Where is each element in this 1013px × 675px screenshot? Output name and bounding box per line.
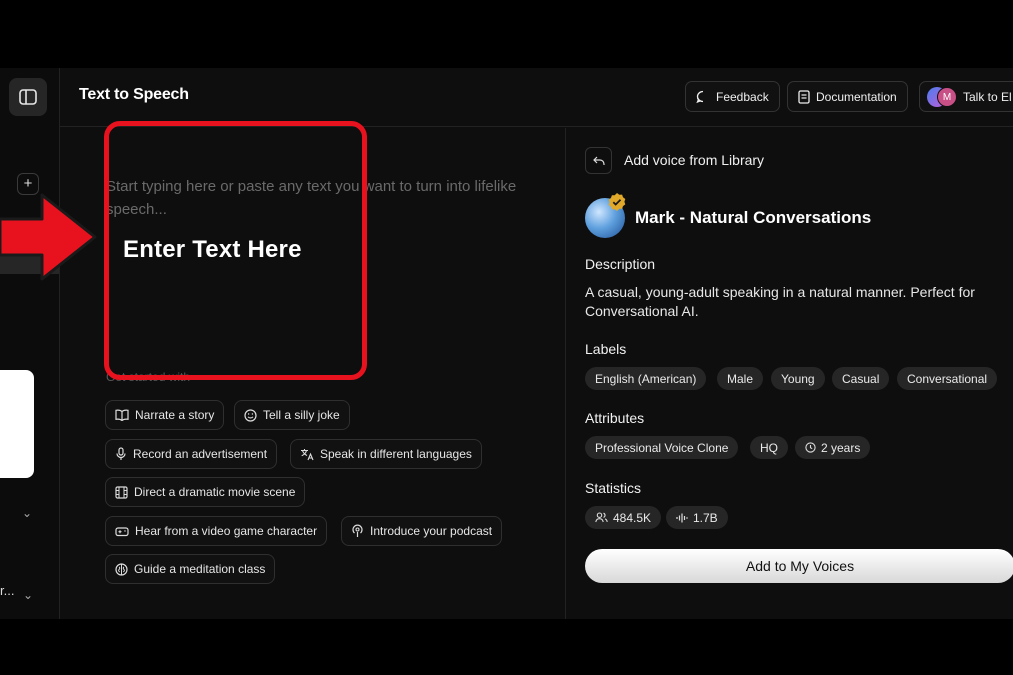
chat-bubble-icon [696, 90, 704, 103]
chevron-down-icon[interactable]: ⌄ [23, 588, 33, 602]
annotation-arrow-icon [0, 193, 97, 281]
feedback-label: Feedback [716, 89, 769, 104]
users-icon [595, 512, 608, 523]
attributes-heading: Attributes [585, 410, 645, 426]
sidebar-truncated-label: r... [0, 583, 15, 598]
label-tag: English (American) [585, 367, 707, 390]
suggestion-record-ad[interactable]: Record an advertisement [105, 439, 278, 469]
talk-label: Talk to El [963, 89, 1012, 104]
clock-icon [805, 442, 816, 453]
microphone-icon [116, 447, 126, 460]
chip-label: Narrate a story [135, 408, 215, 422]
voice-detail-panel: Add voice from Library Mark - Natural Co… [566, 128, 1013, 619]
chip-label: Hear from a video game character [135, 524, 318, 538]
add-to-my-voices-button[interactable]: Add to My Voices [585, 549, 1013, 583]
sidebar-toggle-button[interactable] [9, 78, 47, 116]
avatar: M [927, 86, 957, 107]
add-voice-from-library-title: Add voice from Library [624, 152, 765, 168]
label-tag: Conversational [897, 367, 998, 390]
chip-label: Record an advertisement [133, 447, 268, 461]
chip-label: Speak in different languages [320, 447, 472, 461]
documentation-label: Documentation [816, 89, 897, 104]
top-header: Text to Speech Feedback Documentation M … [60, 68, 1013, 127]
attribute-tag: Professional Voice Clone [585, 436, 739, 459]
voice-avatar [585, 193, 626, 238]
stat-characters: 1.7B [666, 506, 728, 529]
description-heading: Description [585, 256, 656, 272]
suggestion-meditation[interactable]: Guide a meditation class [105, 554, 276, 584]
gamepad-icon [115, 526, 129, 536]
suggestion-narrate-story[interactable]: Narrate a story [105, 400, 225, 430]
sidebar-card[interactable] [0, 370, 34, 478]
stat-users: 484.5K [585, 506, 662, 529]
chip-label: Direct a dramatic movie scene [134, 485, 296, 499]
feedback-button[interactable]: Feedback [685, 81, 780, 112]
statistics-heading: Statistics [585, 480, 642, 496]
chip-label: Tell a silly joke [263, 408, 340, 422]
stat-characters-value: 1.7B [693, 510, 718, 525]
page-title: Text to Speech [79, 86, 189, 103]
verified-badge-icon [608, 193, 626, 211]
chip-label: Introduce your podcast [370, 524, 493, 538]
documentation-button[interactable]: Documentation [787, 81, 908, 112]
suggestion-languages[interactable]: Speak in different languages [290, 439, 482, 469]
attribute-age-label: 2 years [821, 440, 861, 455]
back-button[interactable] [585, 147, 612, 174]
film-icon [115, 485, 128, 499]
labels-heading: Labels [585, 341, 627, 357]
podcast-icon [352, 524, 363, 537]
translate-icon [301, 448, 314, 460]
suggestion-podcast[interactable]: Introduce your podcast [341, 516, 503, 546]
document-icon [798, 89, 810, 104]
smile-icon [244, 408, 257, 422]
annotation-label: Enter Text Here [123, 236, 302, 263]
voice-name: Mark - Natural Conversations [635, 208, 872, 227]
book-icon [115, 409, 129, 421]
plus-icon: + [23, 175, 33, 192]
suggestion-movie-scene[interactable]: Direct a dramatic movie scene [105, 477, 306, 507]
label-tag: Casual [832, 367, 890, 390]
attribute-tag-age: 2 years [795, 436, 871, 459]
brain-icon [115, 562, 128, 576]
label-tag: Male [717, 367, 764, 390]
talk-button[interactable]: M Talk to El [919, 81, 1013, 112]
audio-wave-icon [676, 513, 688, 522]
avatar-initial: M [937, 86, 957, 107]
voice-description: A casual, young-adult speaking in a natu… [585, 284, 975, 319]
attribute-tag: HQ [750, 436, 788, 459]
chip-label: Guide a meditation class [134, 562, 266, 576]
chevron-down-icon[interactable]: ⌄ [22, 506, 32, 520]
label-tag: Young [771, 367, 825, 390]
suggestion-tell-joke[interactable]: Tell a silly joke [234, 400, 350, 430]
back-arrow-icon [592, 156, 605, 165]
stat-users-value: 484.5K [613, 510, 652, 525]
sidebar: + ⌄ r... ⌄ [0, 68, 60, 619]
suggestion-game-character[interactable]: Hear from a video game character [105, 516, 328, 546]
sidebar-toggle-icon [19, 89, 37, 105]
